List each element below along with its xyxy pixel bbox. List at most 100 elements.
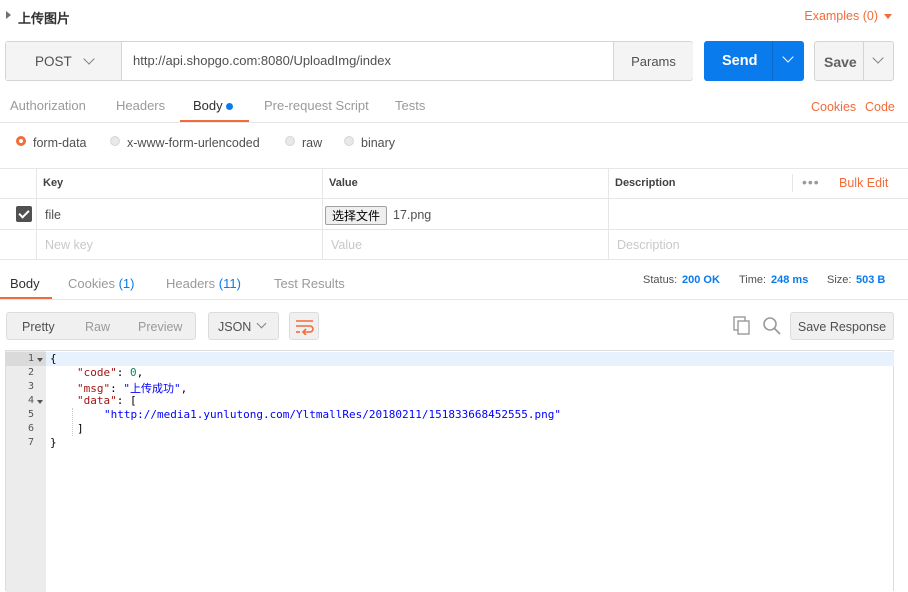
new-description-input[interactable]: Description [617,238,680,252]
save-response-button[interactable]: Save Response [790,312,894,340]
line-number: 4 [27,395,34,406]
cookies-link[interactable]: Cookies [811,100,856,114]
code-line: "data": [ [77,394,137,407]
column-header-value: Value [329,177,358,189]
fold-arrow-icon[interactable] [37,400,43,404]
format-select[interactable]: JSON [208,312,279,340]
divider [0,299,908,300]
radio-x-www-form-urlencoded[interactable] [110,136,120,146]
status-value[interactable]: 200 OK [682,274,720,286]
line-number: 2 [27,367,34,378]
new-key-input[interactable]: New key [45,238,93,252]
code-line: ] [77,422,84,435]
chevron-down-icon[interactable] [872,52,884,64]
response-tab-body[interactable]: Body [10,276,40,291]
fold-arrow-icon[interactable] [37,358,43,362]
view-pretty-button[interactable]: Pretty [22,320,55,334]
code-line: "code": 0, [77,366,144,379]
format-label: JSON [218,320,252,334]
tab-label: Headers [166,276,216,291]
divider [0,122,908,123]
json-key: "data" [77,394,117,407]
search-icon[interactable] [762,316,782,336]
line-number: 7 [27,437,34,448]
radio-binary[interactable] [344,136,354,146]
code-line: { [50,352,57,365]
modified-dot-icon [226,103,233,110]
choose-file-button[interactable]: 选择文件 [325,206,388,225]
line-number: 5 [27,409,34,420]
save-button[interactable]: Save [814,41,894,81]
wrap-lines-icon [296,320,314,335]
json-key: "code" [77,366,117,379]
tab-authorization[interactable]: Authorization [10,98,86,113]
view-raw-button[interactable]: Raw [85,320,110,334]
request-title[interactable]: 上传图片 [18,8,70,27]
radio-label-binary[interactable]: binary [361,136,395,150]
code-link[interactable]: Code [865,100,895,114]
line-number: 3 [27,381,34,392]
column-header-description: Description [615,177,676,189]
tab-pre-request-script[interactable]: Pre-request Script [264,98,369,113]
copy-icon[interactable] [733,316,751,336]
size-label: Size: [827,274,852,286]
json-string-link[interactable]: "http://media1.yunlutong.com/YltmallRes/… [104,408,561,421]
send-divider [772,41,773,81]
tab-label: Cookies [68,276,115,291]
view-preview-button[interactable]: Preview [138,320,182,334]
tab-headers[interactable]: Headers [116,98,165,113]
method-label: POST [35,54,72,69]
save-divider [863,42,864,80]
status-label: Status: [643,274,678,286]
json-number: 0 [130,366,137,379]
radio-label-raw[interactable]: raw [302,136,322,150]
row-key-cell[interactable]: file [45,208,61,222]
chevron-down-icon[interactable] [782,51,794,63]
column-header-key: Key [43,177,64,189]
params-button[interactable]: Params [613,42,693,80]
bulk-edit-link[interactable]: Bulk Edit [839,176,888,190]
wrap-lines-button[interactable] [289,312,319,340]
radio-raw[interactable] [285,136,295,146]
view-mode-toggle: Pretty Raw Preview [6,312,196,340]
response-body-viewer[interactable]: 1 2 3 4 5 6 7 { "code": 0, "msg": "上传成功"… [5,350,894,592]
url-input[interactable]: http://api.shopgo.com:8080/UploadImg/ind… [133,53,391,68]
line-number: 6 [27,423,34,434]
response-tab-headers[interactable]: Headers (11) [166,276,241,291]
form-data-table: Key Value Description ••• Bulk Edit file… [0,168,908,260]
row-value-filename: 17.png [393,208,432,222]
count-badge: (11) [218,276,241,291]
code-line: "http://media1.yunlutong.com/YltmallRes/… [104,408,561,421]
indent-guide [72,408,73,436]
time-label: Time: [739,274,767,286]
caret-right-icon[interactable] [6,11,11,19]
tab-body[interactable]: Body [193,98,223,113]
size-value[interactable]: 503 B [856,274,885,286]
chevron-down-icon [256,318,267,329]
active-line-highlight [46,352,894,366]
title-row: 上传图片 Examples (0) [0,0,908,34]
save-label: Save [824,54,857,70]
time-value[interactable]: 248 ms [771,274,808,286]
examples-link[interactable]: Examples (0) [804,9,878,23]
radio-label-x-www-form-urlencoded[interactable]: x-www-form-urlencoded [127,136,260,150]
send-button[interactable]: Send [704,41,804,81]
save-response-label: Save Response [797,320,887,334]
response-tab-cookies[interactable]: Cookies (1) [68,276,134,291]
tab-tests[interactable]: Tests [395,98,425,113]
line-number: 1 [27,353,34,364]
url-bar: POST http://api.shopgo.com:8080/UploadIm… [5,41,693,81]
code-line: } [50,436,57,449]
chevron-down-icon [83,53,95,65]
params-label: Params [631,54,676,69]
radio-form-data[interactable] [16,136,26,146]
checkbox-checked-icon[interactable] [16,206,32,222]
more-dots-icon[interactable]: ••• [802,174,820,190]
method-select[interactable]: POST [6,42,122,80]
response-tab-test-results[interactable]: Test Results [274,276,345,291]
count-badge: (1) [118,276,135,291]
new-value-input[interactable]: Value [331,238,362,252]
json-bracket: [ [130,394,137,407]
radio-label-form-data[interactable]: form-data [33,136,87,150]
chevron-down-icon[interactable] [884,14,892,19]
